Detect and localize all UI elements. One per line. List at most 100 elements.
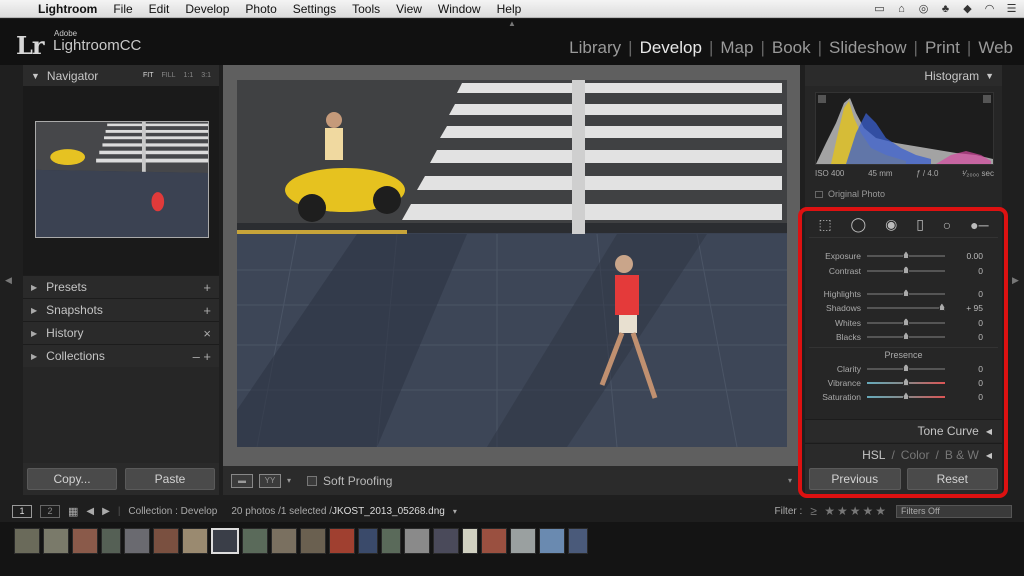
filmstrip-thumbnail[interactable] <box>271 528 297 554</box>
snapshots-panel-header[interactable]: ▶ Snapshots + <box>23 298 219 321</box>
slider-track[interactable] <box>867 288 945 297</box>
filter-preset-select[interactable]: Filters Off <box>896 504 1012 518</box>
zoom-1-1[interactable]: 1:1 <box>184 72 194 79</box>
slider-thumb[interactable] <box>903 265 909 274</box>
slider-vibrance[interactable]: Vibrance 0 <box>809 376 998 390</box>
slider-thumb[interactable] <box>903 392 909 401</box>
slider-whites[interactable]: Whites 0 <box>809 316 998 330</box>
slider-value[interactable]: 0.00 <box>945 251 983 261</box>
creative-cloud-icon[interactable]: ◎ <box>917 3 930 15</box>
filmstrip-thumbnail[interactable] <box>510 528 536 554</box>
filmstrip-thumbnail[interactable] <box>124 528 150 554</box>
navigator-preview[interactable] <box>23 86 219 275</box>
menu-window[interactable]: Window <box>430 2 489 16</box>
slider-thumb[interactable] <box>938 303 945 312</box>
slider-value[interactable]: 0 <box>945 332 983 342</box>
selected-filename[interactable]: JKOST_2013_05268.dng <box>332 506 445 517</box>
filmstrip-thumbnail[interactable] <box>211 528 239 554</box>
copy-button[interactable]: Copy... <box>27 468 117 490</box>
collapse-triangle-icon[interactable]: ▼ <box>985 71 994 81</box>
slider-shadows[interactable]: Shadows + 95 <box>809 301 998 315</box>
collections-controls[interactable]: – + <box>193 349 211 364</box>
slider-track[interactable] <box>867 251 945 260</box>
menu-file[interactable]: File <box>105 2 140 16</box>
slider-thumb[interactable] <box>903 332 909 341</box>
original-photo-checkbox[interactable] <box>815 190 823 198</box>
bw-label[interactable]: B & W <box>945 448 979 462</box>
soft-proofing-checkbox[interactable] <box>307 475 318 486</box>
slider-value[interactable]: + 95 <box>945 303 983 313</box>
loupe-view-icon[interactable]: ▬ <box>231 473 253 488</box>
secondary-display-icon[interactable]: 2 <box>40 504 60 518</box>
module-print[interactable]: Print <box>922 38 963 58</box>
zoom-fill[interactable]: FILL <box>162 72 176 79</box>
menu-edit[interactable]: Edit <box>141 2 178 16</box>
slider-thumb[interactable] <box>903 377 909 386</box>
menu-view[interactable]: View <box>388 2 430 16</box>
rating-filter-stars[interactable]: ≥ ★★★★★ <box>810 504 888 518</box>
filmstrip-thumbnail[interactable] <box>433 528 459 554</box>
expand-triangle-icon[interactable]: ◀ <box>986 427 992 436</box>
filmstrip-thumbnail[interactable] <box>329 528 355 554</box>
filmstrip-thumbnail[interactable] <box>404 528 430 554</box>
filmstrip-thumbnail[interactable] <box>14 528 40 554</box>
filmstrip-thumbnail[interactable] <box>358 528 378 554</box>
menu-lightroom[interactable]: Lightroom <box>30 2 105 16</box>
collections-panel-header[interactable]: ▶ Collections – + <box>23 344 219 367</box>
slider-value[interactable]: 0 <box>945 378 983 388</box>
collapse-top-icon[interactable]: ▲ <box>508 19 516 28</box>
collection-source[interactable]: Collection : Develop <box>128 506 217 517</box>
menu-list-icon[interactable]: ☰ <box>1005 3 1018 15</box>
crop-icon[interactable]: ⬚ <box>818 216 831 233</box>
slider-thumb[interactable] <box>903 251 909 260</box>
slider-blacks[interactable]: Blacks 0 <box>809 330 998 344</box>
filmstrip-thumbnail[interactable] <box>72 528 98 554</box>
slider-track[interactable] <box>867 332 945 341</box>
slider-track[interactable] <box>867 303 945 312</box>
home-icon[interactable]: ⌂ <box>895 3 908 15</box>
filmstrip-thumbnail[interactable] <box>462 528 478 554</box>
expand-triangle-icon[interactable]: ▶ <box>31 283 37 292</box>
filmstrip-thumbnail[interactable] <box>568 528 588 554</box>
slider-track[interactable] <box>867 317 945 326</box>
expand-triangle-icon[interactable]: ▶ <box>31 329 37 338</box>
collapse-right-icon[interactable]: ▶ <box>1012 275 1019 286</box>
filmstrip-thumbnail[interactable] <box>481 528 507 554</box>
primary-display-icon[interactable]: 1 <box>12 504 32 518</box>
filmstrip-thumbnail[interactable] <box>300 528 326 554</box>
filmstrip-thumbnail[interactable] <box>43 528 69 554</box>
slider-value[interactable]: 0 <box>945 318 983 328</box>
reset-button[interactable]: Reset <box>906 468 998 490</box>
adjustment-brush-icon[interactable]: ●─ <box>970 217 988 233</box>
clear-history-icon[interactable]: × <box>203 326 211 341</box>
module-book[interactable]: Book <box>769 38 814 58</box>
navigator-thumbnail[interactable] <box>35 121 209 238</box>
slider-saturation[interactable]: Saturation 0 <box>809 390 998 404</box>
previous-button[interactable]: Previous <box>809 468 901 490</box>
module-map[interactable]: Map <box>717 38 756 58</box>
toolbar-menu-icon[interactable]: ▾ <box>788 476 792 485</box>
red-eye-icon[interactable]: ◉ <box>885 216 897 233</box>
paste-button[interactable]: Paste <box>125 468 215 490</box>
slider-thumb[interactable] <box>903 363 909 372</box>
slider-track[interactable] <box>867 363 945 372</box>
slider-value[interactable]: 0 <box>945 392 983 402</box>
filmstrip-thumbnail[interactable] <box>153 528 179 554</box>
menu-help[interactable]: Help <box>489 2 530 16</box>
evernote-icon[interactable]: ♣ <box>939 3 952 15</box>
module-slideshow[interactable]: Slideshow <box>826 38 910 58</box>
display-icon[interactable]: ▭ <box>873 3 886 15</box>
back-arrow-icon[interactable]: ◀ <box>86 506 94 517</box>
menu-develop[interactable]: Develop <box>177 2 237 16</box>
slider-thumb[interactable] <box>903 317 909 326</box>
before-after-icon[interactable]: YY <box>259 473 281 488</box>
menu-settings[interactable]: Settings <box>285 2 344 16</box>
filmstrip-thumbnail[interactable] <box>242 528 268 554</box>
slider-track[interactable] <box>867 265 945 274</box>
slider-value[interactable]: 0 <box>945 266 983 276</box>
radial-filter-icon[interactable]: ○ <box>943 217 951 233</box>
expand-triangle-icon[interactable]: ▶ <box>31 352 37 361</box>
slider-value[interactable]: 0 <box>945 289 983 299</box>
tone-curve-panel-header[interactable]: Tone Curve ◀ <box>805 419 1002 442</box>
collapse-triangle-icon[interactable]: ▼ <box>31 71 40 81</box>
